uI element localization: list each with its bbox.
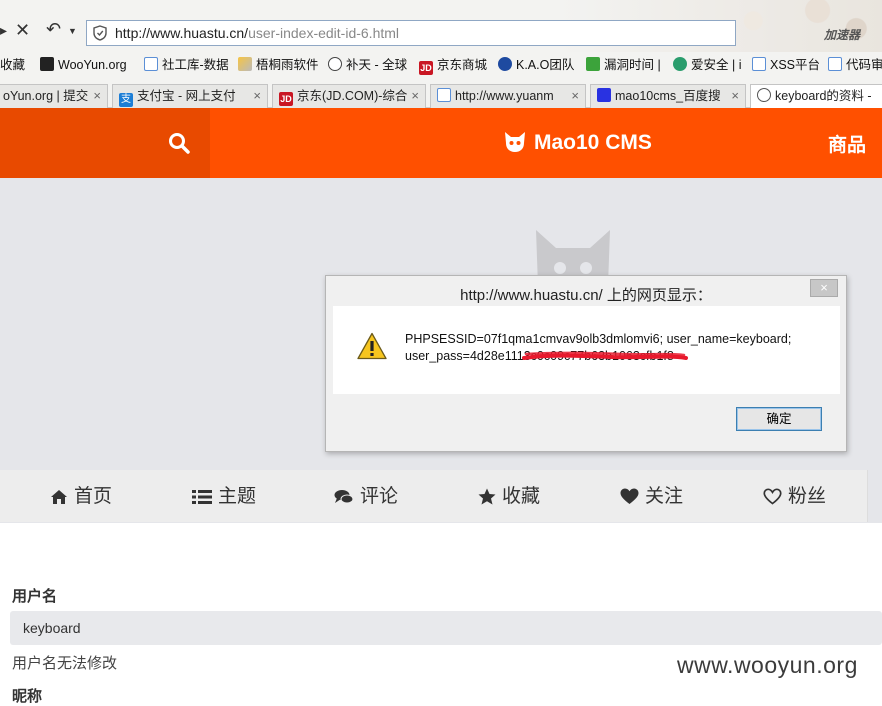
browser-tab-active[interactable]: keyboard的资料 - (750, 84, 882, 108)
nickname-label: 昵称 (12, 688, 43, 705)
accelerator-label[interactable]: 加速器 (824, 26, 860, 43)
bookmark-item[interactable]: 社工库-数据 (144, 56, 229, 74)
bookmark-item[interactable]: 补天 - 全球 (328, 56, 407, 74)
aqsec-icon (673, 57, 687, 71)
leak-time-icon (586, 57, 600, 71)
bookmark-item[interactable]: 梧桐雨软件 (238, 56, 319, 74)
close-tab-icon[interactable]: × (93, 85, 101, 107)
forward-arrow-icon[interactable]: ▸ (0, 22, 7, 39)
tab-topics[interactable]: 主题 (192, 484, 256, 510)
brush-icon (238, 57, 252, 71)
search-block[interactable] (0, 108, 210, 178)
bookmark-item[interactable]: 代码审 (828, 56, 882, 74)
heart-icon (620, 488, 639, 504)
info-icon (757, 88, 771, 102)
warning-icon (357, 332, 387, 360)
home-icon (51, 490, 67, 504)
tab-following[interactable]: 关注 (620, 484, 683, 510)
tab-comments[interactable]: 评论 (334, 484, 398, 510)
baidu-paw-icon (597, 88, 611, 102)
star-icon (478, 488, 496, 505)
search-icon[interactable] (168, 132, 190, 154)
tab-strip: oYun.org | 提交 × 支支付宝 - 网上支付 × JD 京东(JD.COM)… (0, 82, 882, 108)
page-icon (752, 57, 766, 71)
tab-home[interactable]: 首页 (50, 484, 112, 510)
username-value: keyboard (23, 620, 81, 636)
bookmarks-bar: 收藏 WooYun.org 社工库-数据 梧桐雨软件 补天 - 全球 JD 京东商… (0, 52, 882, 78)
address-bar[interactable]: http://www.huastu.cn/user-index-edit-id-… (86, 20, 736, 46)
jd-icon: JD (419, 61, 433, 75)
profile-nav-tabs: 首页 主题 评论 收藏 关注 粉丝 (0, 470, 868, 522)
bookmark-item[interactable]: JD 京东商城 (419, 56, 487, 75)
logo-text: Mao10 CMS (534, 131, 652, 154)
bookmark-item[interactable]: K.A.O团队 (498, 56, 574, 74)
page-icon (828, 57, 842, 71)
browser-tab[interactable]: mao10cms_百度搜 × (590, 84, 746, 108)
bookmark-item[interactable]: XSS平台 (752, 56, 820, 74)
browser-tab[interactable]: JD 京东(JD.COM)-综合 × (272, 84, 426, 108)
list-icon (192, 490, 212, 504)
shield-icon (93, 25, 107, 41)
close-tab-icon[interactable]: × (731, 85, 739, 107)
page-icon (144, 57, 158, 71)
bookmark-item[interactable]: 收藏 (0, 56, 25, 74)
browser-tab[interactable]: 支支付宝 - 网上支付 × (112, 84, 268, 108)
browser-tab[interactable]: oYun.org | 提交 × (0, 84, 108, 108)
stop-icon[interactable]: ✕ (15, 20, 30, 41)
back-undo-icon[interactable]: ↶ (46, 19, 61, 40)
history-dropdown-icon[interactable]: ▼ (68, 26, 77, 36)
username-field: keyboard (10, 611, 882, 645)
tab-fans[interactable]: 粉丝 (763, 484, 826, 510)
comments-icon (334, 490, 354, 504)
bookmark-item[interactable]: WooYun.org (40, 56, 127, 74)
url-host: http://www.huastu.cn/ (115, 25, 249, 41)
bookmark-item[interactable]: 漏洞时间 | (586, 56, 661, 74)
address-url: http://www.huastu.cn/user-index-edit-id-… (115, 25, 399, 41)
heart-outline-icon (763, 488, 782, 505)
ok-button[interactable]: 确定 (736, 407, 822, 431)
star-outline-icon (328, 57, 342, 71)
kao-icon (498, 57, 512, 71)
username-hint: 用户名无法修改 (12, 655, 118, 672)
tab-favorites[interactable]: 收藏 (478, 484, 540, 510)
site-header: Mao10 CMS 商品 (0, 108, 882, 178)
username-label: 用户名 (12, 588, 58, 605)
browser-tab[interactable]: http://www.yuanm × (430, 84, 586, 108)
wooyun-icon (40, 57, 54, 71)
bookmark-item[interactable]: 爱安全 | i (673, 56, 741, 74)
close-tab-icon[interactable]: × (253, 85, 261, 107)
red-redaction-scribble (522, 351, 688, 360)
browser-chrome: ▸ ✕ ↶ ▼ http://www.huastu.cn/user-index-… (0, 0, 882, 108)
wooyun-watermark: www.wooyun.org (677, 652, 858, 678)
page-icon (437, 88, 451, 102)
dialog-title: http://www.huastu.cn/ 上的网页显示： (460, 287, 712, 304)
cat-logo-icon (505, 132, 525, 152)
site-logo[interactable]: Mao10 CMS (502, 128, 652, 158)
alipay-icon: 支 (119, 93, 133, 107)
jd-icon: JD (279, 92, 293, 106)
close-tab-icon[interactable]: × (571, 85, 579, 107)
goods-nav-link[interactable]: 商品 (828, 130, 866, 157)
close-tab-icon[interactable]: × (411, 85, 419, 107)
dialog-close-button[interactable]: × (810, 279, 838, 297)
url-path: user-index-edit-id-6.html (248, 25, 400, 41)
close-icon: × (820, 280, 828, 295)
